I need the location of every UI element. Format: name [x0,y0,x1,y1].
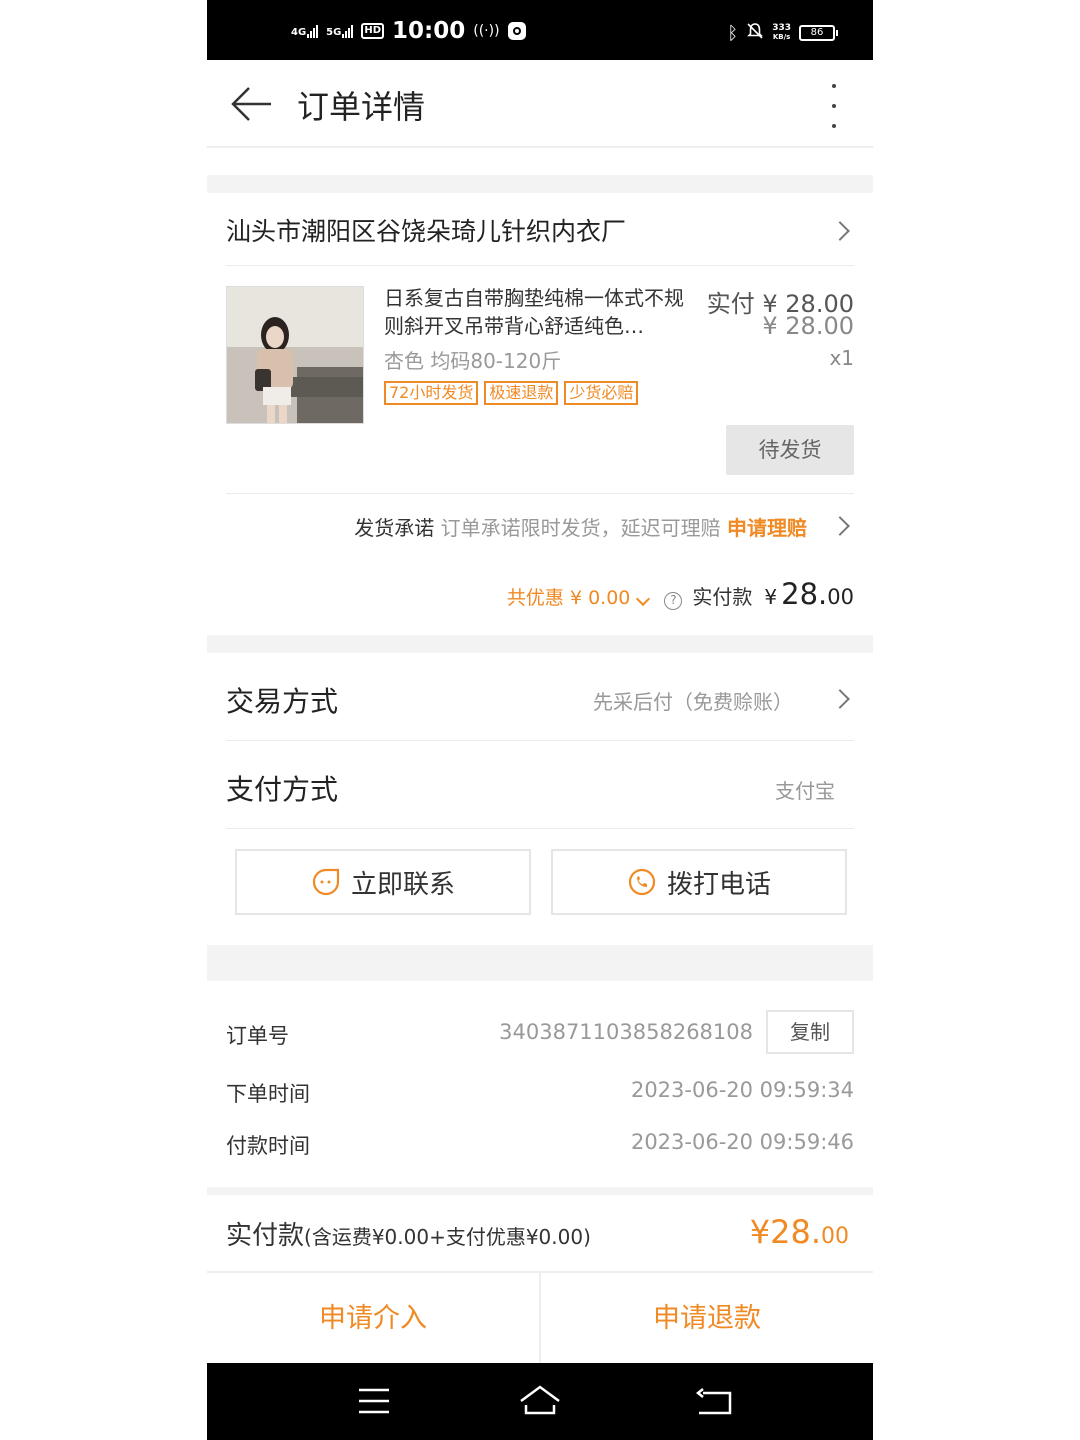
status-time: 10:00 [392,18,466,44]
payment-time: 2023-06-20 09:59:46 [630,1130,854,1154]
apply-intervention-button[interactable]: 申请介入 [207,1273,541,1363]
trade-method-label: 交易方式 [226,685,339,718]
back-icon[interactable] [695,1388,732,1415]
phone-icon [628,868,656,896]
divider [226,828,854,829]
service-tags: 72小时发货 极速退款 少货必赔 [384,381,639,405]
system-nav-bar [207,1363,873,1440]
order-number: 3403871103858268108 [499,1020,753,1044]
order-time-label: 下单时间 [226,1082,310,1106]
chevron-right-icon[interactable] [830,689,850,709]
original-price: ¥ 28.00 [762,312,854,340]
chat-bubble-icon [312,868,340,896]
network-speed: 333 KB/s [772,23,791,42]
order-status-button[interactable]: 待发货 [726,425,854,475]
signal-4g-icon: 4G [291,24,319,38]
chevron-right-icon[interactable] [830,221,850,241]
back-arrow-icon[interactable] [229,84,273,124]
status-bar: 4G 5G HD 10:00 ((·)) ᛒ 333 KB/s 86 [207,0,873,60]
bottom-action-bar: 申请介入 申请退款 [207,1271,873,1363]
hotspot-icon: ((·)) [473,23,500,39]
tag-fast-refund: 极速退款 [484,381,559,405]
page-title: 订单详情 [297,88,426,126]
mute-bell-icon [746,22,764,44]
contact-now-button[interactable]: 立即联系 [235,849,531,915]
section-divider [207,175,873,193]
apply-refund-button[interactable]: 申请退款 [541,1273,873,1363]
tag-72h-shipping: 72小时发货 [384,381,479,405]
trade-method-value[interactable]: 先采后付（免费赊账） [593,686,793,715]
hd-voice-icon: HD [361,23,385,39]
bluetooth-icon: ᛒ [727,22,739,44]
total-paid-amount: ¥28.00 [749,1213,849,1251]
product-image[interactable] [226,286,364,424]
shop-name[interactable]: 汕头市潮阳区谷饶朵琦儿针织内衣厂 [226,212,626,248]
claim-link: 申请理赔 [727,516,807,540]
section-divider [207,945,873,981]
shipping-promise[interactable]: 发货承诺 订单承诺限时发货，延迟可理赔 申请理赔 [354,512,807,541]
price-summary: 共优惠 ¥ 0.00 ? 实付款 ¥ 28. 00 [506,577,854,611]
copy-button[interactable]: 复制 [766,1010,854,1054]
payment-method-value: 支付宝 [775,779,835,803]
chevron-down-icon[interactable] [636,591,651,607]
menu-icon[interactable] [359,1388,389,1414]
call-phone-button[interactable]: 拨打电话 [551,849,847,915]
phone-screen: 4G 5G HD 10:00 ((·)) ᛒ 333 KB/s 86 订单详情 … [207,0,873,1440]
order-number-label: 订单号 [226,1024,289,1048]
divider [226,740,854,741]
tag-shortage-compensation: 少货必赔 [564,381,639,405]
signal-5g-icon: 5G [326,24,354,38]
home-icon[interactable] [520,1385,560,1415]
product-quantity: x1 [829,346,854,370]
total-paid-label: 实付款(含运费¥0.00+支付优惠¥0.00) [226,1221,591,1251]
payment-method-label: 支付方式 [226,773,339,806]
section-divider [207,635,873,653]
more-options-icon[interactable] [831,84,837,128]
screen-record-icon [507,22,526,40]
help-icon[interactable]: ? [664,592,683,610]
payment-time-label: 付款时间 [226,1134,310,1158]
divider [226,265,854,266]
app-header: 订单详情 [207,60,873,148]
discount-total[interactable]: 共优惠 ¥ 0.00 [507,583,630,610]
section-divider [207,1187,873,1195]
battery-icon: 86 [799,25,838,41]
product-variant: 杏色 均码80-120斤 [384,349,562,373]
order-time: 2023-06-20 09:59:34 [630,1078,854,1102]
divider [226,493,854,494]
product-title[interactable]: 日系复古自带胸垫纯棉一体式不规则斜开叉吊带背心舒适纯色… [384,284,699,340]
chevron-right-icon[interactable] [830,516,850,536]
